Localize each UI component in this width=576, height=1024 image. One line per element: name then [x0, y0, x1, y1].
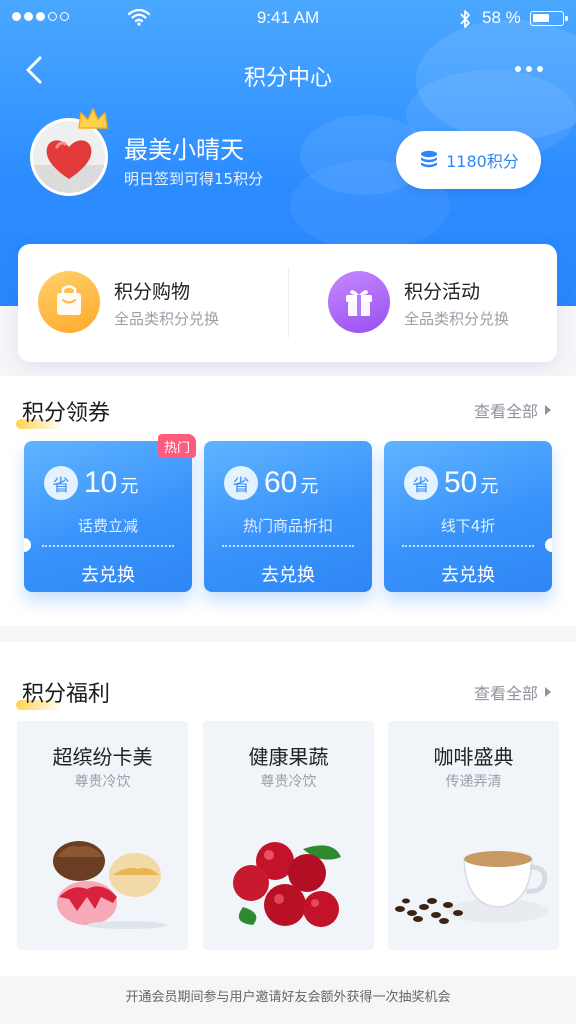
view-all-label: 查看全部	[473, 402, 538, 421]
benefit-subtitle: 尊贵冷饮	[74, 774, 131, 790]
points-activity-entry[interactable]: 积分活动 全品类积分兑换	[308, 244, 568, 362]
benefit-card[interactable]: 健康果蔬 尊贵冷饮	[203, 721, 374, 950]
gift-icon	[328, 271, 390, 333]
user-name: 最美小晴天	[124, 136, 244, 164]
coupon-card[interactable]: 省 60 元 热门商品折扣 去兑换	[204, 441, 372, 592]
view-all-label: 查看全部	[473, 684, 538, 703]
save-badge: 省	[224, 466, 258, 500]
benefit-title: 超缤纷卡美	[52, 745, 153, 769]
coins-icon	[421, 150, 438, 168]
section-title-text: 积分领券	[22, 401, 111, 426]
amount-unit: 元	[120, 476, 139, 496]
redeem-button[interactable]: 去兑换	[204, 561, 372, 587]
notch	[24, 538, 31, 552]
hot-tag: 热门	[158, 434, 196, 458]
crown-icon	[78, 108, 108, 129]
amount-value: 60	[264, 466, 298, 499]
section-title-text: 积分福利	[22, 682, 111, 707]
dashed-divider	[42, 545, 174, 547]
points-shopping-entry[interactable]: 积分购物 全品类积分兑换	[18, 244, 278, 362]
ice-cream-image	[53, 841, 167, 929]
save-badge: 省	[44, 466, 78, 500]
coupon-card[interactable]: 省 50 元 线下4折 去兑换	[384, 441, 552, 592]
status-bar: 9:41 AM 58 %	[0, 0, 576, 38]
battery-icon	[530, 11, 568, 26]
quick-title: 积分活动	[404, 281, 481, 303]
coupon-card[interactable]: 省 10 元 话费立减 去兑换	[24, 441, 192, 592]
quick-subtitle: 全品类积分兑换	[114, 310, 220, 328]
checkin-hint: 明日签到可得15积分	[124, 170, 264, 188]
amount-unit: 元	[300, 476, 319, 496]
benefit-subtitle: 传递弄清	[445, 774, 502, 790]
coupon-amount: 50 元	[444, 466, 498, 500]
view-all-benefits-link[interactable]: 查看全部	[474, 680, 552, 704]
redeem-button[interactable]: 去兑换	[384, 561, 552, 587]
amount-value: 50	[444, 466, 478, 499]
bluetooth-icon	[460, 10, 470, 28]
benefit-card[interactable]: 超缤纷卡美 尊贵冷饮	[17, 721, 188, 950]
coffee-cup-image	[395, 851, 548, 924]
benefit-card[interactable]: 咖啡盛典 传递弄清	[388, 721, 559, 950]
benefit-title: 咖啡盛典	[433, 745, 514, 769]
page-title: 积分中心	[243, 66, 332, 91]
amount-unit: 元	[480, 476, 499, 496]
coupon-desc: 线下4折	[440, 517, 496, 535]
redeem-button[interactable]: 去兑换	[24, 561, 192, 587]
shopping-bag-icon	[38, 271, 100, 333]
quick-actions-card: 积分购物 全品类积分兑换 积分活动 全品类积分兑换	[18, 244, 557, 362]
quick-subtitle: 全品类积分兑换	[404, 310, 510, 328]
triangle-right-icon	[545, 405, 551, 415]
footer-note: 开通会员期间参与用户邀请好友会额外获得一次抽奖机会	[125, 990, 451, 1005]
more-options-icon[interactable]	[515, 66, 543, 72]
triangle-right-icon	[545, 687, 551, 697]
benefit-title: 健康果蔬	[248, 745, 329, 769]
quick-title: 积分购物	[114, 281, 191, 303]
coupon-desc: 热门商品折扣	[242, 517, 333, 535]
view-all-coupons-link[interactable]: 查看全部	[474, 398, 552, 422]
save-badge: 省	[404, 466, 438, 500]
points-label: 1180积分	[446, 152, 519, 171]
section-title-coupons: 积分领券	[16, 395, 111, 429]
dashed-divider	[402, 545, 534, 547]
battery-percent: 58 %	[482, 8, 521, 27]
coupon-amount: 60 元	[264, 466, 318, 500]
points-balance-button[interactable]: 1180积分	[396, 131, 541, 189]
coupon-desc: 话费立减	[77, 517, 138, 535]
benefit-subtitle: 尊贵冷饮	[260, 774, 317, 790]
coupon-amount: 10 元	[84, 466, 138, 500]
notch	[545, 538, 552, 552]
section-title-benefits: 积分福利	[16, 676, 111, 710]
divider	[288, 268, 289, 338]
cranberries-image	[233, 842, 341, 927]
dashed-divider	[222, 545, 354, 547]
amount-value: 10	[84, 466, 118, 499]
